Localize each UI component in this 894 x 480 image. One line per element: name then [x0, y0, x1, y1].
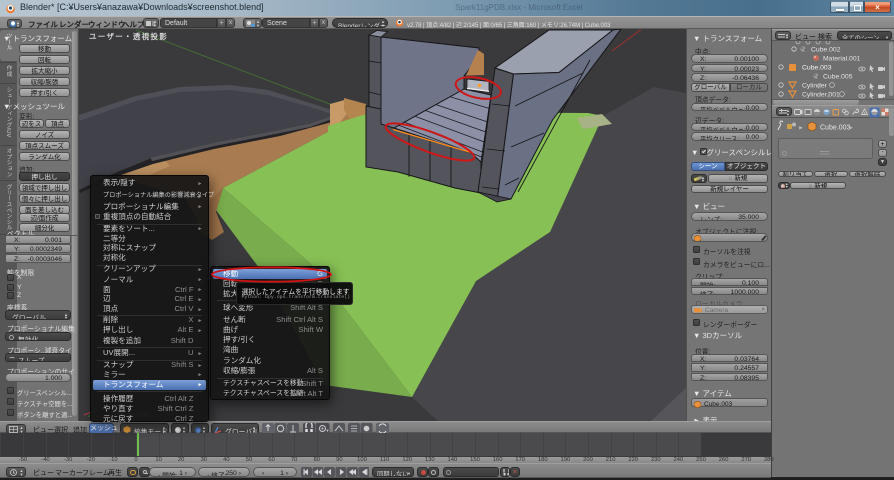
svg-text:Cube.003: Cube.003 [802, 64, 832, 71]
svg-text:►: ► [848, 126, 854, 132]
svg-text:Cube.002: Cube.002 [811, 46, 841, 53]
svg-text:►: ► [798, 126, 804, 132]
svg-text:Material.001: Material.001 [823, 55, 861, 62]
svg-text:Cylinder: Cylinder [802, 82, 828, 89]
svg-text:Cylinder.001: Cylinder.001 [802, 91, 840, 98]
svg-text:Cube.003: Cube.003 [820, 125, 850, 132]
svg-text:|: | [828, 91, 830, 98]
svg-text:ユーザー・透視投影: ユーザー・透視投影 [89, 31, 168, 41]
svg-text:Cube.005: Cube.005 [823, 73, 853, 80]
svg-text:|: | [818, 82, 820, 89]
